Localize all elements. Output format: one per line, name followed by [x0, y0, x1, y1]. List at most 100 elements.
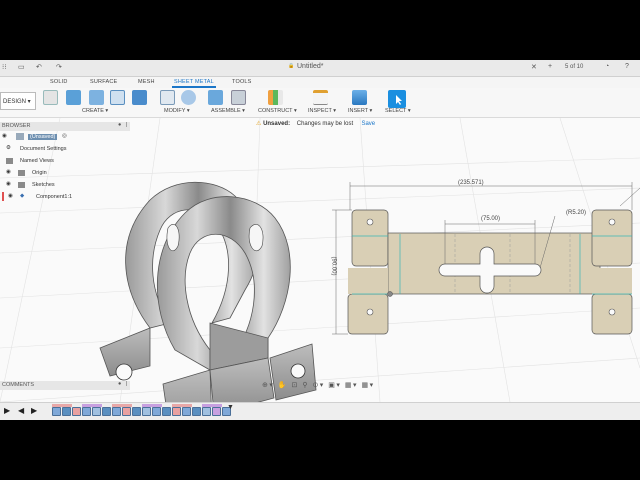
- dimension-slot-radius: (R5.20): [566, 210, 587, 216]
- new-component-assemble-icon[interactable]: [208, 90, 223, 105]
- modify-label: MODIFY: [164, 108, 186, 114]
- flange-icon[interactable]: [66, 90, 81, 105]
- timeline-feature-icon[interactable]: [212, 407, 221, 416]
- flat-tab-right: [591, 209, 633, 267]
- timeline-feature-icon[interactable]: [112, 407, 121, 416]
- comments-panel[interactable]: COMMENTS ● |: [0, 381, 130, 390]
- file-icon[interactable]: ▭: [18, 63, 25, 71]
- visibility-icon[interactable]: ◉: [6, 181, 11, 187]
- timeline-feature-icon[interactable]: [172, 407, 181, 416]
- help-icon[interactable]: ?: [625, 63, 629, 70]
- workspace-switcher[interactable]: DESIGN ▾: [0, 92, 36, 110]
- select-menu[interactable]: SELECT ▾: [385, 108, 411, 114]
- insert-image-icon[interactable]: [352, 90, 367, 105]
- timeline-feature-icon[interactable]: [62, 407, 71, 416]
- tab-tools[interactable]: TOOLS: [232, 79, 252, 85]
- measure-icon[interactable]: [313, 90, 328, 105]
- assemble-menu[interactable]: ASSEMBLE ▾: [211, 108, 245, 114]
- canvas-viewport[interactable]: (235.571) (75.00) (R5.20) (90.00) BROWSE…: [0, 118, 640, 402]
- timeline-feature-icon[interactable]: [202, 407, 211, 416]
- timeline-feature-icon[interactable]: [72, 407, 81, 416]
- timeline-feature-icon[interactable]: [192, 407, 201, 416]
- tab-sheet-metal[interactable]: SHEET METAL: [174, 79, 214, 85]
- step-back-icon[interactable]: ◀: [18, 406, 24, 415]
- timeline: ▶ ◀ ▶ ▼: [0, 402, 640, 420]
- fillet-icon[interactable]: [181, 90, 196, 105]
- activate-icon[interactable]: ◎: [62, 133, 67, 139]
- viewports-icon[interactable]: ▦▾: [361, 382, 374, 389]
- timeline-feature-icon[interactable]: [122, 407, 131, 416]
- visibility-icon[interactable]: ◉: [6, 169, 11, 175]
- visibility-icon[interactable]: ◉: [2, 133, 7, 139]
- gear-icon: ⚙: [6, 145, 11, 151]
- workspace-label: DESIGN: [3, 99, 27, 105]
- visibility-icon[interactable]: ◉: [8, 193, 13, 199]
- modify-menu[interactable]: MODIFY ▾: [164, 108, 190, 114]
- sketch-icon[interactable]: [110, 90, 125, 105]
- contour-flange-icon[interactable]: [89, 90, 104, 105]
- browser-item-named-views[interactable]: Named Views: [0, 155, 130, 167]
- insert-menu[interactable]: INSERT ▾: [348, 108, 372, 114]
- construct-menu[interactable]: CONSTRUCT ▾: [258, 108, 297, 114]
- unsaved-message: Changes may be lost: [296, 121, 354, 127]
- dimension-overall-width: (235.571): [458, 180, 484, 186]
- tab-surface[interactable]: SURFACE: [90, 79, 117, 85]
- extrude-icon[interactable]: [132, 90, 147, 105]
- tab-solid[interactable]: SOLID: [50, 79, 68, 85]
- timeline-feature-icon[interactable]: [52, 407, 61, 416]
- browser-item-label: Document Settings: [20, 146, 67, 152]
- select-cursor-icon[interactable]: [388, 90, 406, 108]
- offset-plane-icon[interactable]: [268, 90, 283, 105]
- new-tab-icon[interactable]: +: [548, 63, 552, 70]
- pan-icon[interactable]: ✋: [278, 382, 288, 389]
- timeline-marker-icon[interactable]: ▼: [227, 404, 234, 411]
- browser-item-root[interactable]: ◉ (Unsaved) ◎: [0, 131, 130, 143]
- browser-item-component[interactable]: ◉ ◆ Component1:1: [0, 191, 130, 203]
- create-menu[interactable]: CREATE ▾: [82, 108, 108, 114]
- grid-settings-icon[interactable]: ▦▾: [345, 382, 358, 389]
- timeline-feature-icon[interactable]: [162, 407, 171, 416]
- press-pull-icon[interactable]: [160, 90, 175, 105]
- dimension-height: (90.00): [330, 256, 337, 276]
- flat-tab-left: [351, 209, 389, 267]
- title-bar: ⁝⁝ ▭ ↶ ↷ 🔒 Untitled* ✕ + 5 of 10 ◔ ?: [0, 60, 640, 77]
- timeline-feature-icon[interactable]: [152, 407, 161, 416]
- browser-item-document-settings[interactable]: ⚙ Document Settings: [0, 143, 130, 155]
- grid-menu-icon[interactable]: ⁝⁝: [2, 63, 6, 71]
- redo-icon[interactable]: ↷: [56, 63, 62, 71]
- look-at-icon[interactable]: ⊡: [292, 382, 299, 389]
- timeline-feature-icon[interactable]: [142, 407, 151, 416]
- inspect-menu[interactable]: INSPECT ▾: [308, 108, 336, 114]
- collapse-icon[interactable]: ●: [118, 122, 121, 128]
- browser-item-sketches[interactable]: ◉ Sketches: [0, 179, 130, 191]
- step-forward-icon[interactable]: ▶: [31, 406, 37, 415]
- tab-mesh[interactable]: MESH: [138, 79, 155, 85]
- timeline-feature-icon[interactable]: [82, 407, 91, 416]
- zoom-icon[interactable]: ⚲: [302, 382, 309, 389]
- new-component-icon[interactable]: [43, 90, 58, 105]
- warning-icon: ⚠: [256, 121, 262, 127]
- display-settings-icon[interactable]: ▣▾: [328, 382, 341, 389]
- browser-item-origin[interactable]: ◉ Origin: [0, 167, 130, 179]
- save-link[interactable]: Save: [361, 121, 375, 127]
- joint-icon[interactable]: [231, 90, 246, 105]
- fit-icon[interactable]: ⊙▾: [312, 382, 324, 389]
- timeline-feature-icon[interactable]: [92, 407, 101, 416]
- undo-icon[interactable]: ↶: [36, 63, 42, 71]
- unsaved-notice: ⚠ Unsaved: Changes may be lost Save: [256, 120, 375, 132]
- notifications-icon[interactable]: ◔: [605, 63, 609, 70]
- timeline-feature-icon[interactable]: [132, 407, 141, 416]
- comments-close-icon[interactable]: |: [126, 381, 127, 387]
- document-icon: [16, 133, 24, 140]
- timeline-feature-icon[interactable]: [102, 407, 111, 416]
- play-icon[interactable]: ▶: [4, 406, 10, 415]
- close-panel-icon[interactable]: |: [126, 122, 127, 128]
- timeline-feature-icon[interactable]: [182, 407, 191, 416]
- dimension-slot-length: (75.00): [481, 216, 501, 222]
- orbit-icon[interactable]: ⊕▾: [262, 382, 274, 389]
- comments-label: COMMENTS: [2, 382, 35, 388]
- add-comment-icon[interactable]: ●: [118, 381, 121, 387]
- browser-item-label: Component1:1: [36, 194, 73, 200]
- document-title: Untitled*: [297, 63, 324, 70]
- close-tab-icon[interactable]: ✕: [531, 63, 537, 71]
